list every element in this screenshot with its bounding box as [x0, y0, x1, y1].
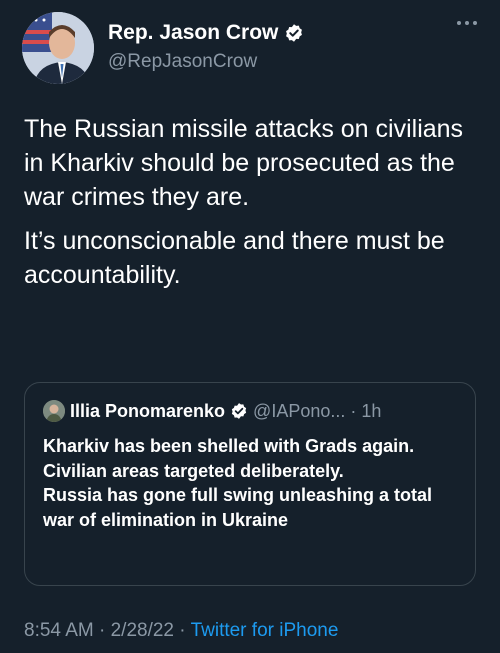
meta-separator: ·	[179, 620, 186, 641]
quoted-tweet-card[interactable]: Illia Ponomarenko @IAPono... · 1h Kharki…	[24, 382, 476, 586]
author-info[interactable]: Rep. Jason Crow @RepJasonCrow	[108, 20, 304, 74]
tweet-time[interactable]: 8:54 AM	[24, 620, 94, 641]
quoted-author-name: Illia Ponomarenko	[70, 400, 226, 421]
quoted-author-handle: @IAPono...	[253, 400, 346, 421]
quoted-tweet-text: Kharkiv has been shelled with Grads agai…	[43, 436, 433, 530]
author-handle[interactable]: @RepJasonCrow	[108, 50, 304, 74]
quoted-author-avatar-image	[43, 400, 65, 422]
quoted-time: 1h	[361, 400, 382, 421]
tweet-header: Rep. Jason Crow @RepJasonCrow	[22, 12, 480, 84]
quoted-separator: ·	[350, 400, 357, 421]
quoted-verified-badge-icon	[231, 403, 247, 419]
tweet-metadata: 8:54 AM · 2/28/22 · Twitter for iPhone	[24, 620, 338, 642]
quoted-tweet-header: Illia Ponomarenko @IAPono... · 1h	[43, 400, 381, 422]
tweet-date[interactable]: 2/28/22	[111, 620, 174, 641]
verified-badge-icon	[286, 24, 303, 42]
author-name-row: Rep. Jason Crow	[108, 20, 304, 46]
tweet-paragraph: The Russian missile attacks on civilians…	[24, 115, 464, 211]
author-avatar[interactable]	[22, 12, 94, 84]
meta-separator: ·	[99, 620, 106, 641]
tweet-source-link[interactable]: Twitter for iPhone	[191, 620, 339, 641]
more-options-icon[interactable]	[456, 18, 478, 28]
tweet-body: The Russian missile attacks on civilians…	[24, 112, 480, 302]
author-display-name[interactable]: Rep. Jason Crow	[108, 20, 278, 46]
author-avatar-image	[22, 12, 94, 84]
quoted-author-avatar	[43, 400, 65, 422]
tweet-paragraph: It’s unconscionable and there must be ac…	[24, 227, 445, 289]
